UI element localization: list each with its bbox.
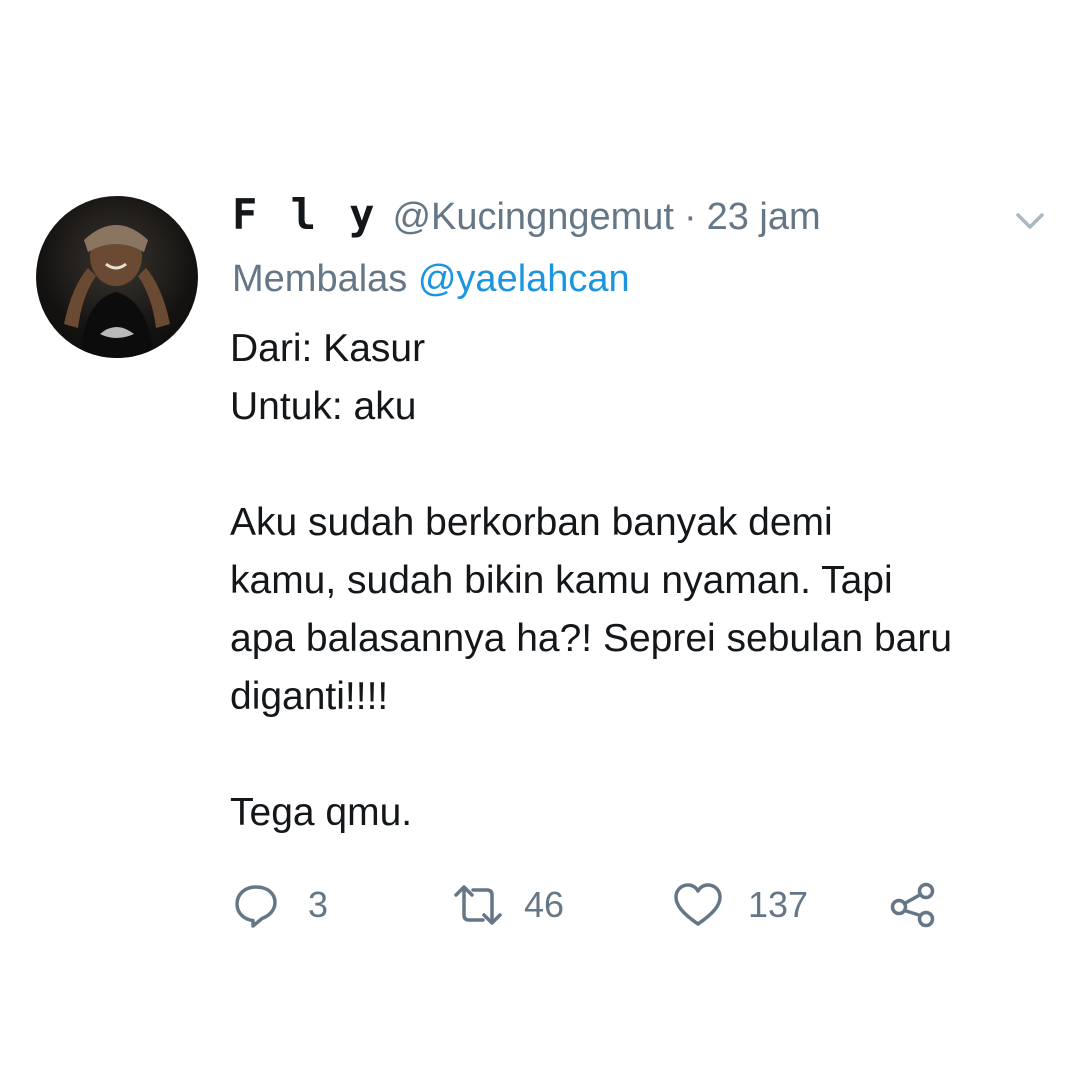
avatar-photo [64, 225, 170, 358]
reply-button[interactable]: 3 [232, 878, 328, 932]
reply-icon [235, 885, 277, 928]
avatar[interactable] [36, 196, 198, 358]
tweet-line: Tega qmu. [230, 791, 413, 834]
share-button[interactable] [888, 878, 940, 932]
tweet-timestamp[interactable]: 23 jam [707, 196, 821, 239]
tweet-line: Untuk: aku [230, 385, 417, 428]
tweet-blank-line [230, 726, 1050, 784]
like-button[interactable]: 137 [672, 878, 808, 932]
retweet-icon [454, 885, 502, 925]
retweet-button[interactable]: 46 [452, 878, 564, 932]
tweet-line: apa balasannya ha?! Seprei sebulan baru [230, 617, 953, 660]
header-separator: · [683, 196, 697, 238]
display-name[interactable]: F l y [232, 190, 378, 239]
user-handle[interactable]: @Kucingngemut [392, 196, 674, 239]
chevron-down-icon[interactable] [1010, 206, 1050, 236]
heart-icon [674, 883, 722, 926]
reply-count: 3 [308, 884, 329, 925]
tweet-line: Dari: Kasur [230, 327, 426, 370]
tweet-header: F l y @Kucingngemut · 23 jam [232, 190, 821, 250]
tweet-line: kamu, sudah bikin kamu nyaman. Tapi [230, 559, 893, 602]
reply-context: Membalas @yaelahcan [232, 258, 630, 301]
retweet-count: 46 [524, 884, 565, 925]
reply-prefix: Membalas [232, 258, 408, 300]
share-icon [890, 882, 935, 928]
tweet-blank-line [230, 436, 1050, 494]
tweet-text: Dari: Kasur Untuk: aku Aku sudah berkorb… [230, 320, 1050, 842]
tweet-actions: 3 46 137 [230, 878, 950, 932]
reply-to-handle[interactable]: @yaelahcan [418, 258, 630, 300]
like-count: 137 [748, 884, 809, 925]
tweet-line: Aku sudah berkorban banyak demi [230, 501, 833, 544]
tweet-line: diganti!!!! [230, 675, 389, 718]
